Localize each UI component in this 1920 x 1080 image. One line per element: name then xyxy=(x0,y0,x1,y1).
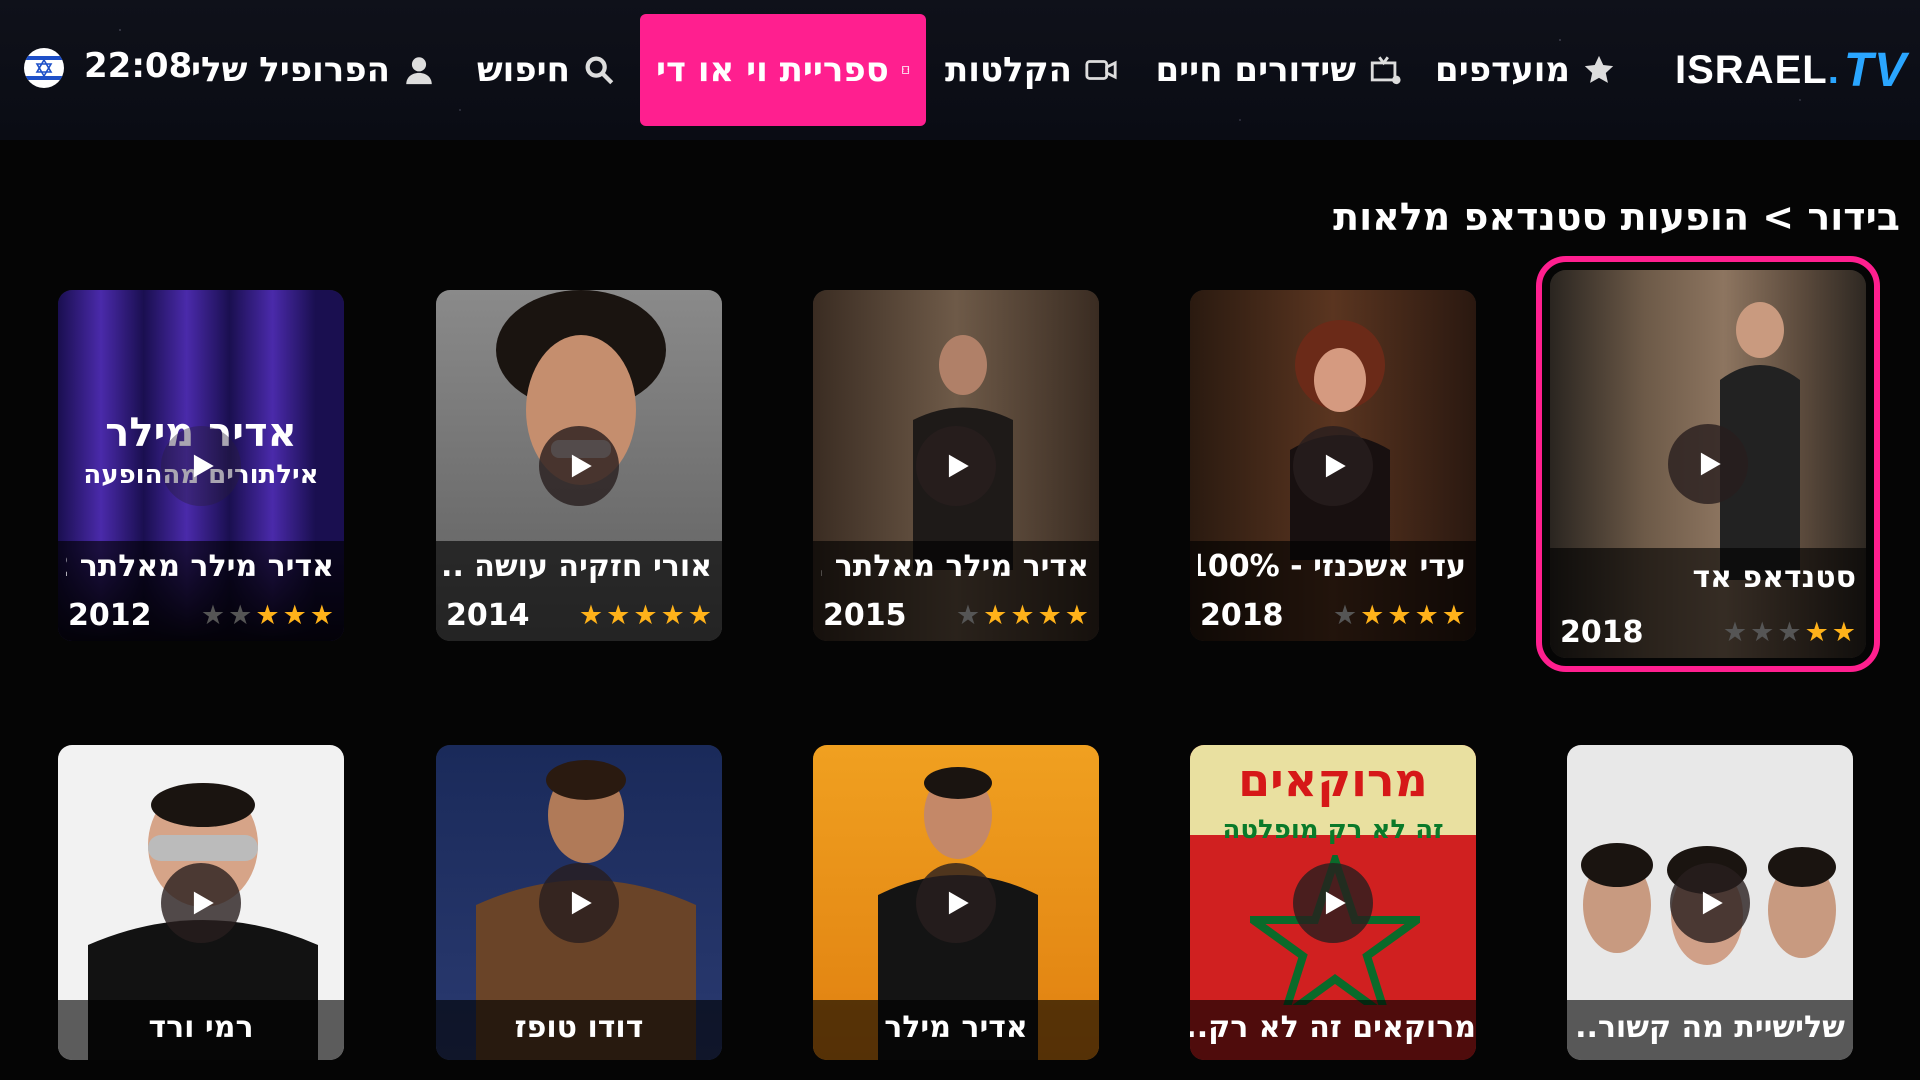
card-caption: סטנדאפ אד 2018 ★ ★ ★ ★ ★ xyxy=(1550,548,1866,658)
card-year: 2015 xyxy=(823,598,907,633)
rating-stars: ★ ★ ★ ★ ★ xyxy=(1722,617,1856,648)
card-title: דודו טופז xyxy=(514,1010,644,1045)
star-icon xyxy=(1584,55,1614,83)
nav-recordings-label: הקלטות xyxy=(945,50,1072,90)
nav-vod-label: ספריית וי או די xyxy=(656,50,889,90)
card-year: 2014 xyxy=(446,598,530,633)
search-icon xyxy=(585,56,614,85)
nav-live[interactable]: שידורים חיים xyxy=(1156,14,1403,126)
play-icon[interactable] xyxy=(539,862,619,943)
logo-text: ISRAEL xyxy=(1675,47,1828,92)
play-icon[interactable] xyxy=(1293,862,1373,943)
nav-favorites-label: מועדפים xyxy=(1435,50,1570,90)
card-title: אדיר מילר מאלתר .. xyxy=(821,549,1089,584)
nav-vod-library[interactable]: ספריית וי או די xyxy=(640,14,926,126)
card-title: אורי חזקיה עושה .. xyxy=(444,549,712,584)
film-icon xyxy=(901,66,909,74)
vod-card-uri-hizkia[interactable]: אורי חזקיה עושה .. 2014 ★ ★ ★ ★ ★ xyxy=(436,290,722,641)
card-title: עדי אשכנזי - 100%.. xyxy=(1198,549,1466,584)
card-title: אדיר מילר xyxy=(884,1010,1028,1045)
top-nav-bar: ISRAEL. TV מועדפים שידורים חיים הקלטות ספ… xyxy=(0,0,1920,140)
vod-card-adir-miller-2015[interactable]: אדיר מילר מאלתר .. 2015 ★ ★ ★ ★ ★ xyxy=(813,290,1099,641)
video-camera-icon xyxy=(1085,60,1117,80)
card-caption: שלישיית מה קשור.. xyxy=(1567,1000,1853,1060)
live-tv-icon xyxy=(1370,56,1401,85)
clock: 22:08 xyxy=(84,46,193,86)
play-icon[interactable] xyxy=(161,425,241,506)
nav-recordings[interactable]: הקלטות xyxy=(945,14,1118,126)
card-caption: עדי אשכנזי - 100%.. 2018 ★★★★★ xyxy=(1190,541,1476,641)
vod-card-rami-vered[interactable]: רמי ורד xyxy=(58,745,344,1060)
card-year: 2018 xyxy=(1200,598,1284,633)
play-icon[interactable] xyxy=(161,862,241,943)
vod-card-dudu-topaz[interactable]: דודו טופז xyxy=(436,745,722,1060)
logo-dot: . xyxy=(1827,47,1840,92)
nav-favorites[interactable]: מועדפים xyxy=(1435,14,1616,126)
card-caption: רמי ורד xyxy=(58,1000,344,1060)
israel-flag-icon[interactable] xyxy=(24,48,64,88)
card-caption: אדיר מילר מאלתר 2 2012 ★★★★★ xyxy=(58,541,344,641)
vod-card-shlishiyat-ma-kashur[interactable]: שלישיית מה קשור.. xyxy=(1567,745,1853,1060)
card-caption: מרוקאים זה לא רק.. xyxy=(1190,1000,1476,1060)
nav-my-profile[interactable]: הפרופיל שלי xyxy=(191,14,436,126)
play-icon[interactable] xyxy=(1293,425,1373,506)
card-year: 2012 xyxy=(68,598,152,633)
play-icon[interactable] xyxy=(539,425,619,506)
breadcrumb: בידור > הופעות סטנדאפ מלאות xyxy=(1333,195,1900,239)
vod-card-marokaim[interactable]: מרוקאים זה לא רק מופלטה מרוקאים זה לא רק… xyxy=(1190,745,1476,1060)
israel-tv-logo: ISRAEL. TV xyxy=(1675,40,1907,100)
card-title: אדיר מילר מאלתר 2 xyxy=(66,549,334,584)
card-title: שלישיית מה קשור.. xyxy=(1575,1010,1845,1045)
vod-card-adir-miller[interactable]: אדיר מילר xyxy=(813,745,1099,1060)
rating-stars: ★ ★ ★ ★ ★ xyxy=(1332,600,1466,631)
rating-stars: ★ ★ ★ ★ ★ xyxy=(955,600,1089,631)
card-title: רמי ורד xyxy=(148,1010,254,1045)
card-year: 2018 xyxy=(1560,615,1644,650)
nav-search-label: חיפוש xyxy=(476,50,570,90)
vod-card-standup-adir[interactable]: סטנדאפ אד 2018 ★ ★ ★ ★ ★ xyxy=(1536,256,1880,672)
card-caption: אדיר מילר xyxy=(813,1000,1099,1060)
rating-stars: ★ ★ ★ ★ ★ xyxy=(578,600,712,631)
logo-tv: TV xyxy=(1843,43,1908,97)
poster-title-text: מרוקאים xyxy=(1238,753,1428,807)
nav-live-label: שידורים חיים xyxy=(1155,50,1357,90)
user-icon xyxy=(406,57,432,85)
card-caption: דודו טופז xyxy=(436,1000,722,1060)
rating-stars: ★ ★ ★ ★ ★ xyxy=(200,600,334,631)
vod-card-adi-ashkenazi[interactable]: עדי אשכנזי - 100%.. 2018 ★★★★★ xyxy=(1190,290,1476,641)
nav-profile-label: הפרופיל שלי xyxy=(190,50,390,90)
card-title: סטנדאפ אד xyxy=(1692,560,1857,595)
play-icon[interactable] xyxy=(916,862,996,943)
poster-subtitle-text: זה לא רק מופלטה xyxy=(1222,815,1444,845)
play-icon[interactable] xyxy=(1668,424,1748,504)
card-caption: אורי חזקיה עושה .. 2014 ★ ★ ★ ★ ★ xyxy=(436,541,722,641)
play-icon[interactable] xyxy=(916,425,996,506)
card-caption: אדיר מילר מאלתר .. 2015 ★ ★ ★ ★ ★ xyxy=(813,541,1099,641)
vod-card-adir-miller-2[interactable]: אדיר מילר אילתורים מההופעה אדיר מילר מאל… xyxy=(58,290,344,641)
card-title: מרוקאים זה לא רק.. xyxy=(1190,1010,1476,1045)
play-icon[interactable] xyxy=(1670,862,1750,943)
nav-search[interactable]: חיפוש xyxy=(477,14,616,126)
